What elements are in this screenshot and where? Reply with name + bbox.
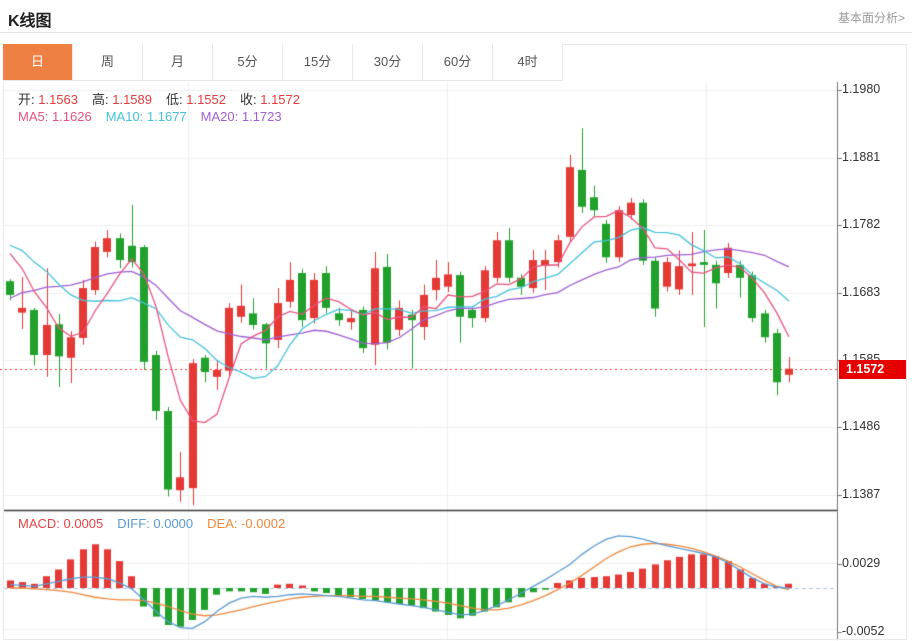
macd-tick-label: -0.0052 (842, 624, 884, 638)
tab-4时[interactable]: 4时 (493, 44, 563, 80)
price-tick-label: 1.1683 (842, 285, 880, 299)
legend-item: MACD: 0.0005 (18, 516, 103, 531)
fundamental-analysis-link[interactable]: 基本面分析> (838, 9, 905, 26)
ohlc-legend: 开: 1.1563 高: 1.1589 低: 1.1552 收: 1.1572 (18, 89, 314, 108)
chart-panel (3, 44, 907, 640)
price-tick-label: 1.1486 (842, 419, 880, 433)
ma-legend: MA5: 1.1626 MA10: 1.1677 MA20: 1.1723 (18, 109, 296, 124)
tab-月[interactable]: 月 (143, 44, 213, 80)
legend-item: MA10: 1.1677 (106, 109, 187, 124)
price-tick-label: 1.1782 (842, 217, 880, 231)
page-title: K线图 (8, 7, 52, 31)
tab-15分[interactable]: 15分 (283, 44, 353, 80)
titlebar: K线图 基本面分析> (0, 0, 912, 33)
tab-日[interactable]: 日 (3, 44, 73, 80)
legend-item: 高: 1.1589 (92, 92, 152, 107)
last-price-badge: 1.1572 (839, 360, 906, 379)
legend-item: MA20: 1.1723 (201, 109, 282, 124)
tab-60分[interactable]: 60分 (423, 44, 493, 80)
tab-30分[interactable]: 30分 (353, 44, 423, 80)
legend-item: 收: 1.1572 (240, 92, 300, 107)
price-tick-label: 1.1387 (842, 487, 880, 501)
legend-item: DEA: -0.0002 (207, 516, 285, 531)
legend-item: DIFF: 0.0000 (117, 516, 193, 531)
interval-tabs: 日周月5分15分30分60分4时 (3, 44, 563, 81)
legend-item: MA5: 1.1626 (18, 109, 92, 124)
macd-tick-label: 0.0029 (842, 556, 880, 570)
price-tick-label: 1.1881 (842, 150, 880, 164)
legend-item: 低: 1.1552 (166, 92, 226, 107)
kline-screen: K线图 基本面分析> 日周月5分15分30分60分4时 开: 1.1563 高: … (0, 0, 912, 641)
price-tick-label: 1.1980 (842, 82, 880, 96)
legend-item: 开: 1.1563 (18, 92, 78, 107)
tab-周[interactable]: 周 (73, 44, 143, 80)
macd-legend: MACD: 0.0005 DIFF: 0.0000 DEA: -0.0002 (18, 516, 299, 531)
tab-5分[interactable]: 5分 (213, 44, 283, 80)
